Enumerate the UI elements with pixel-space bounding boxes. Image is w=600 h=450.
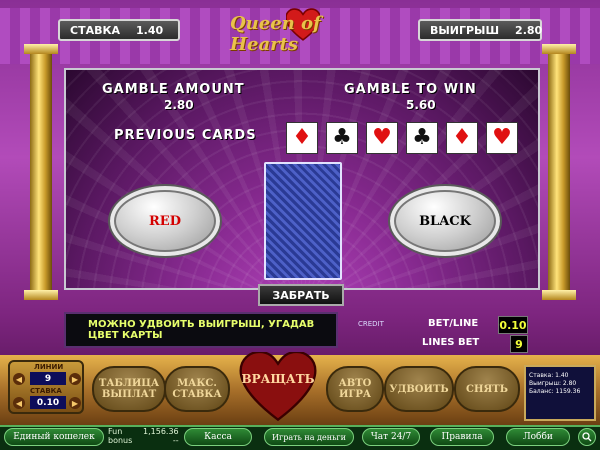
fun-amount: 1,156.36 (143, 427, 179, 436)
black-button[interactable]: BLACK (388, 184, 502, 258)
stake-increase-button[interactable]: ▶ (69, 397, 81, 409)
win-display: ВЫИГРЫШ 2.80 (418, 19, 542, 41)
previous-cards-label: PREVIOUS CARDS (114, 128, 257, 143)
lines-bet-label: LINES BET (422, 337, 480, 348)
left-column (24, 44, 58, 300)
auto-play-button[interactable]: АВТО ИГРА (326, 366, 384, 412)
credit-label: CREDIT (358, 320, 384, 328)
summary-win: Выигрыш: 2.80 (529, 380, 577, 388)
chat-button[interactable]: Чат 24/7 (362, 428, 420, 446)
black-button-label: BLACK (419, 213, 471, 229)
spin-button-label: ВРАЩАТЬ (241, 372, 315, 386)
logo-text: Queen of Hearts (230, 13, 321, 55)
spin-button[interactable]: ВРАЩАТЬ (230, 352, 326, 422)
lines-bet-value: 9 (510, 335, 528, 353)
stake-label: СТАВКА (30, 387, 62, 395)
stake-value: 0.10 (30, 396, 66, 409)
collect-button-label: ЗАБРАТЬ (272, 288, 330, 302)
win-label: ВЫИГРЫШ (430, 23, 500, 37)
message-bar: МОЖНО УДВОИТЬ ВЫИГРЫШ, УГАДАВ ЦВЕТ КАРТЫ (64, 312, 338, 348)
gamble-panel: GAMBLE AMOUNT 2.80 GAMBLE TO WIN 5.60 PR… (64, 68, 540, 290)
bet-display: СТАВКА 1.40 (58, 19, 180, 41)
collect-button[interactable]: ЗАБРАТЬ (258, 284, 344, 306)
card-back (264, 162, 342, 280)
search-icon[interactable] (578, 428, 596, 446)
bonus-label: bonus (108, 436, 133, 445)
bet-per-line-value: 0.10 (498, 316, 528, 334)
clubs-card: ♣ (406, 122, 438, 154)
stake-decrease-button[interactable]: ◀ (13, 397, 25, 409)
lines-label: ЛИНИИ (34, 363, 64, 371)
rules-button[interactable]: Правила (430, 428, 494, 446)
balance-readout: 1,156.36 -- (143, 427, 179, 445)
win-value: 2.80 (515, 23, 543, 37)
lines-stake-panel: ЛИНИИ ◀ 9 ▶ СТАВКА ◀ 0.10 ▶ (8, 360, 84, 414)
wallet-label: Единый кошелек (13, 432, 95, 442)
right-column (542, 44, 576, 300)
red-button[interactable]: RED (108, 184, 222, 258)
game-screen: СТАВКА 1.40 ВЫИГРЫШ 2.80 Queen of Hearts… (0, 0, 600, 450)
play-money-button[interactable]: Играть на деньги (264, 428, 354, 446)
cashier-button[interactable]: Касса (184, 428, 252, 446)
fun-label: Fun (108, 427, 123, 436)
take-button[interactable]: СНЯТЬ (454, 366, 520, 412)
diamonds-card: ♦ (286, 122, 318, 154)
bet-per-line-label: BET/LINE (428, 318, 479, 329)
lines-increase-button[interactable]: ▶ (69, 373, 81, 385)
game-logo: Queen of Hearts (230, 8, 380, 55)
bonus-amount: -- (172, 436, 179, 445)
bet-value: 1.40 (135, 23, 164, 37)
gamble-amount-value: 2.80 (164, 98, 194, 112)
lobby-button[interactable]: Лобби (506, 428, 570, 446)
lines-value: 9 (30, 372, 66, 385)
paytable-button[interactable]: ТАБЛИЦА ВЫПЛАТ (92, 366, 166, 412)
red-button-label: RED (149, 213, 181, 229)
gamble-to-win-value: 5.60 (406, 98, 436, 112)
clubs-card: ♣ (326, 122, 358, 154)
hearts-card: ♥ (486, 122, 518, 154)
diamonds-card: ♦ (446, 122, 478, 154)
summary-balance: Баланс: 1159.36 (529, 388, 581, 396)
message-text: МОЖНО УДВОИТЬ ВЫИГРЫШ, УГАДАВ ЦВЕТ КАРТЫ (88, 319, 315, 341)
bet-label: СТАВКА (70, 23, 120, 37)
summary-stake: Ставка: 1.40 (529, 372, 569, 379)
hearts-card: ♥ (366, 122, 398, 154)
summary-panel: Ставка: 1.40 Выигрыш: 2.80 Баланс: 1159.… (524, 365, 596, 421)
spin-heart-icon (239, 352, 317, 422)
max-bet-button[interactable]: МАКС. СТАВКА (164, 366, 230, 412)
double-button[interactable]: УДВОИТЬ (384, 366, 454, 412)
gamble-amount-label: GAMBLE AMOUNT (102, 82, 245, 97)
gamble-to-win-label: GAMBLE TO WIN (344, 82, 477, 97)
wallet-button[interactable]: Единый кошелек (4, 428, 104, 446)
fun-bonus-labels: Fun bonus (108, 427, 132, 445)
lines-decrease-button[interactable]: ◀ (13, 373, 25, 385)
